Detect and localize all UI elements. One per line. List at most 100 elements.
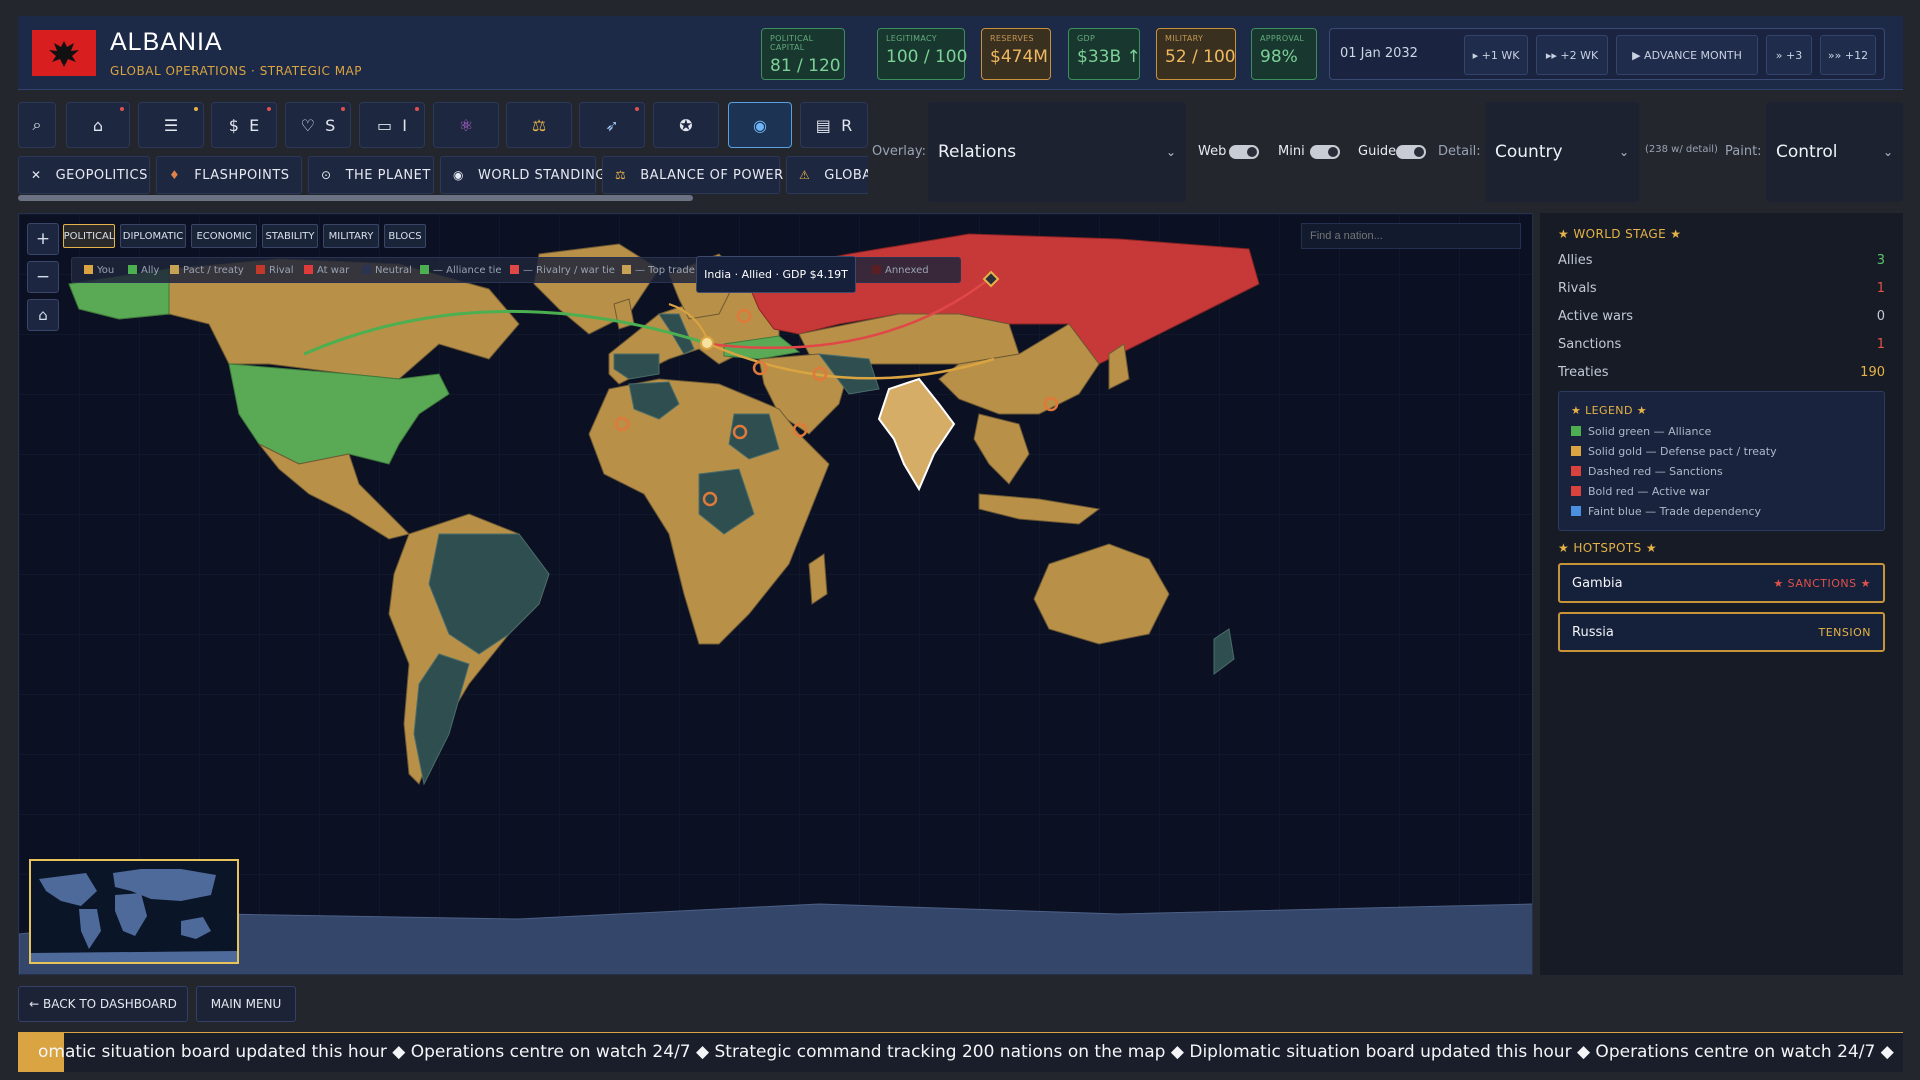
main-menu-button[interactable]: MAIN MENU <box>196 986 296 1022</box>
zoom-out-button[interactable]: − <box>27 261 59 293</box>
relations-legend: ★ LEGEND ★ Solid green — Alliance Solid … <box>1558 391 1885 531</box>
map-tab-economic[interactable]: ECONOMIC <box>191 224 257 248</box>
tab-economy[interactable]: $ E <box>211 102 277 148</box>
map-tab-stability[interactable]: STABILITY <box>262 224 318 248</box>
stat-reserves: RESERVES $474M <box>981 28 1051 80</box>
tab-society[interactable]: ♡ S <box>285 102 351 148</box>
advance-month-button[interactable]: ▶ ADVANCE MONTH <box>1616 35 1758 75</box>
antarctica <box>19 903 1532 974</box>
nation-search-input[interactable] <box>1301 223 1521 249</box>
tab-world-standing[interactable]: ◉ WORLD STANDING <box>440 156 605 194</box>
tab-search[interactable]: ⌕ <box>18 102 56 148</box>
icon-tab-row: ⌕ ⌂ ☰ $ E ♡ S ▭ I ⚛ ⚖ ➶ ✪ ◉ ▤ R <box>18 102 868 148</box>
tab-world-map-active[interactable]: ◉ <box>728 102 792 148</box>
stat-row-allies: Allies 3 <box>1558 253 1885 268</box>
minimap[interactable] <box>29 859 239 964</box>
paint-label: Paint: <box>1725 144 1762 159</box>
chevron-down-icon: ⌄ <box>1618 145 1629 159</box>
reset-view-button[interactable]: ⌂ <box>27 299 59 331</box>
gear-icon: ✪ <box>679 115 693 135</box>
report-icon: ▤ <box>815 115 831 135</box>
tab-reports[interactable]: ▤ R <box>800 102 868 148</box>
legend-item-sanctions: Dashed red — Sanctions <box>1571 465 1723 478</box>
tab-industry[interactable]: ▭ I <box>359 102 425 148</box>
globe-icon: ◉ <box>753 115 767 135</box>
overlay-select[interactable]: Relations ⌄ <box>928 102 1186 202</box>
legend-item-active-war: Bold red — Active war <box>1571 485 1710 498</box>
legend-alliance-tie: — Alliance tie <box>420 265 502 276</box>
tab-scrollbar[interactable] <box>18 195 693 201</box>
tab-home[interactable]: ⌂ <box>66 102 130 148</box>
ticker-text: omatic situation board updated this hour… <box>38 1042 1894 1062</box>
tab-flashpoints[interactable]: ♦ FLASHPOINTS <box>156 156 302 194</box>
world-map[interactable]: POLITICAL DIPLOMATIC ECONOMIC STABILITY … <box>18 213 1533 975</box>
section-tab-row: ✕ GEOPOLITICS ♦ FLASHPOINTS ⊙ THE PLANET ◉ W… <box>18 156 868 194</box>
tab-balance-of-power[interactable]: ⚖ BALANCE OF POWER <box>602 156 783 194</box>
home-icon: ⌂ <box>92 115 104 135</box>
swords-icon: ✕ <box>31 168 42 182</box>
hotspot-gambia[interactable]: Gambia ★ SANCTIONS ★ <box>1558 563 1885 603</box>
tab-list[interactable]: ☰ <box>138 102 204 148</box>
map-canvas[interactable] <box>19 214 1533 975</box>
heart-icon: ♡ <box>300 115 315 135</box>
legend-neutral: Neutral <box>362 265 412 276</box>
mini-toggle[interactable] <box>1310 145 1340 159</box>
hotspot-russia[interactable]: Russia TENSION <box>1558 612 1885 652</box>
map-tab-blocs[interactable]: BLOCS <box>384 224 426 248</box>
legend-rivalry-tie: — Rivalry / war tie <box>510 265 615 276</box>
tab-science[interactable]: ⚛ <box>433 102 499 148</box>
advance-2-week-button[interactable]: ▸▸ +2 WK <box>1536 35 1608 75</box>
map-toolbar: Overlay: Relations ⌄ Web Mini Guide Detai… <box>868 100 1903 202</box>
legend-annexed: Annexed <box>872 265 929 276</box>
detail-select[interactable]: Country ⌄ <box>1485 102 1639 202</box>
map-tab-diplomatic[interactable]: DIPLOMATIC <box>120 224 186 248</box>
planet-icon: ⊙ <box>321 168 332 182</box>
page-subtitle: GLOBAL OPERATIONS · STRATEGIC MAP <box>110 64 363 78</box>
guide-toggle[interactable] <box>1396 145 1426 159</box>
legend-title: ★ LEGEND ★ <box>1571 404 1647 417</box>
advance-1-week-button[interactable]: ▸ +1 WK <box>1464 35 1528 75</box>
map-tab-military[interactable]: MILITARY <box>323 224 379 248</box>
paint-select[interactable]: Control ⌄ <box>1766 102 1903 202</box>
date-controls: 01 Jan 2032 ▸ +1 WK ▸▸ +2 WK ▶ ADVANCE M… <box>1329 28 1885 80</box>
guide-label: Guide <box>1358 144 1397 159</box>
web-label: Web <box>1198 144 1227 159</box>
overlay-label: Overlay: <box>872 144 926 159</box>
legend-you: You <box>84 265 114 276</box>
stat-row-treaties: Treaties 190 <box>1558 365 1885 380</box>
list-icon: ☰ <box>163 115 179 135</box>
advance-3-months-button[interactable]: » +3 <box>1766 35 1812 75</box>
tab-geopolitics[interactable]: ✕ GEOPOLITICS <box>18 156 150 194</box>
atom-icon: ⚛ <box>458 115 474 135</box>
legend-top-trade: — Top trade <box>622 265 695 276</box>
minimap-canvas <box>31 869 237 962</box>
stat-legitimacy: LEGITIMACY 100 / 100 <box>877 28 967 80</box>
detail-label: Detail: <box>1438 144 1481 159</box>
map-tab-political[interactable]: POLITICAL <box>63 224 115 248</box>
status-badge: ★ SANCTIONS ★ <box>1773 577 1871 590</box>
stat-row-rivals: Rivals 1 <box>1558 281 1885 296</box>
web-toggle[interactable] <box>1229 145 1259 159</box>
tab-settings[interactable]: ✪ <box>653 102 719 148</box>
stat-approval: APPROVAL 98% <box>1251 28 1317 80</box>
zoom-in-button[interactable]: + <box>27 223 59 255</box>
flag-albania <box>32 30 96 76</box>
warning-icon: ⚠ <box>799 168 811 182</box>
tab-global-r[interactable]: ⚠GLOBAL R <box>786 156 868 194</box>
stat-political-capital: POLITICAL CAPITAL 81 / 120 <box>761 28 845 80</box>
balance-icon: ⚖ <box>615 168 627 182</box>
tab-the-planet[interactable]: ⊙ THE PLANET <box>308 156 434 194</box>
tab-justice[interactable]: ⚖ <box>506 102 572 148</box>
page-title: ALBANIA <box>110 28 223 56</box>
legend-ally: Ally <box>128 265 159 276</box>
right-panel: ★ WORLD STAGE ★ Allies 3 Rivals 1 Active w… <box>1540 213 1903 975</box>
legend-rival: Rival <box>256 265 294 276</box>
chevron-down-icon: ⌄ <box>1165 145 1176 159</box>
mini-label: Mini <box>1278 144 1305 159</box>
advance-12-months-button[interactable]: »» +12 <box>1820 35 1876 75</box>
hotspots-title: ★ HOTSPOTS ★ <box>1558 541 1657 555</box>
fire-icon: ♦ <box>169 168 181 182</box>
tab-space[interactable]: ➶ <box>579 102 645 148</box>
back-to-dashboard-button[interactable]: ← BACK TO DASHBOARD <box>18 986 188 1022</box>
stat-military: MILITARY 52 / 100 <box>1156 28 1236 80</box>
